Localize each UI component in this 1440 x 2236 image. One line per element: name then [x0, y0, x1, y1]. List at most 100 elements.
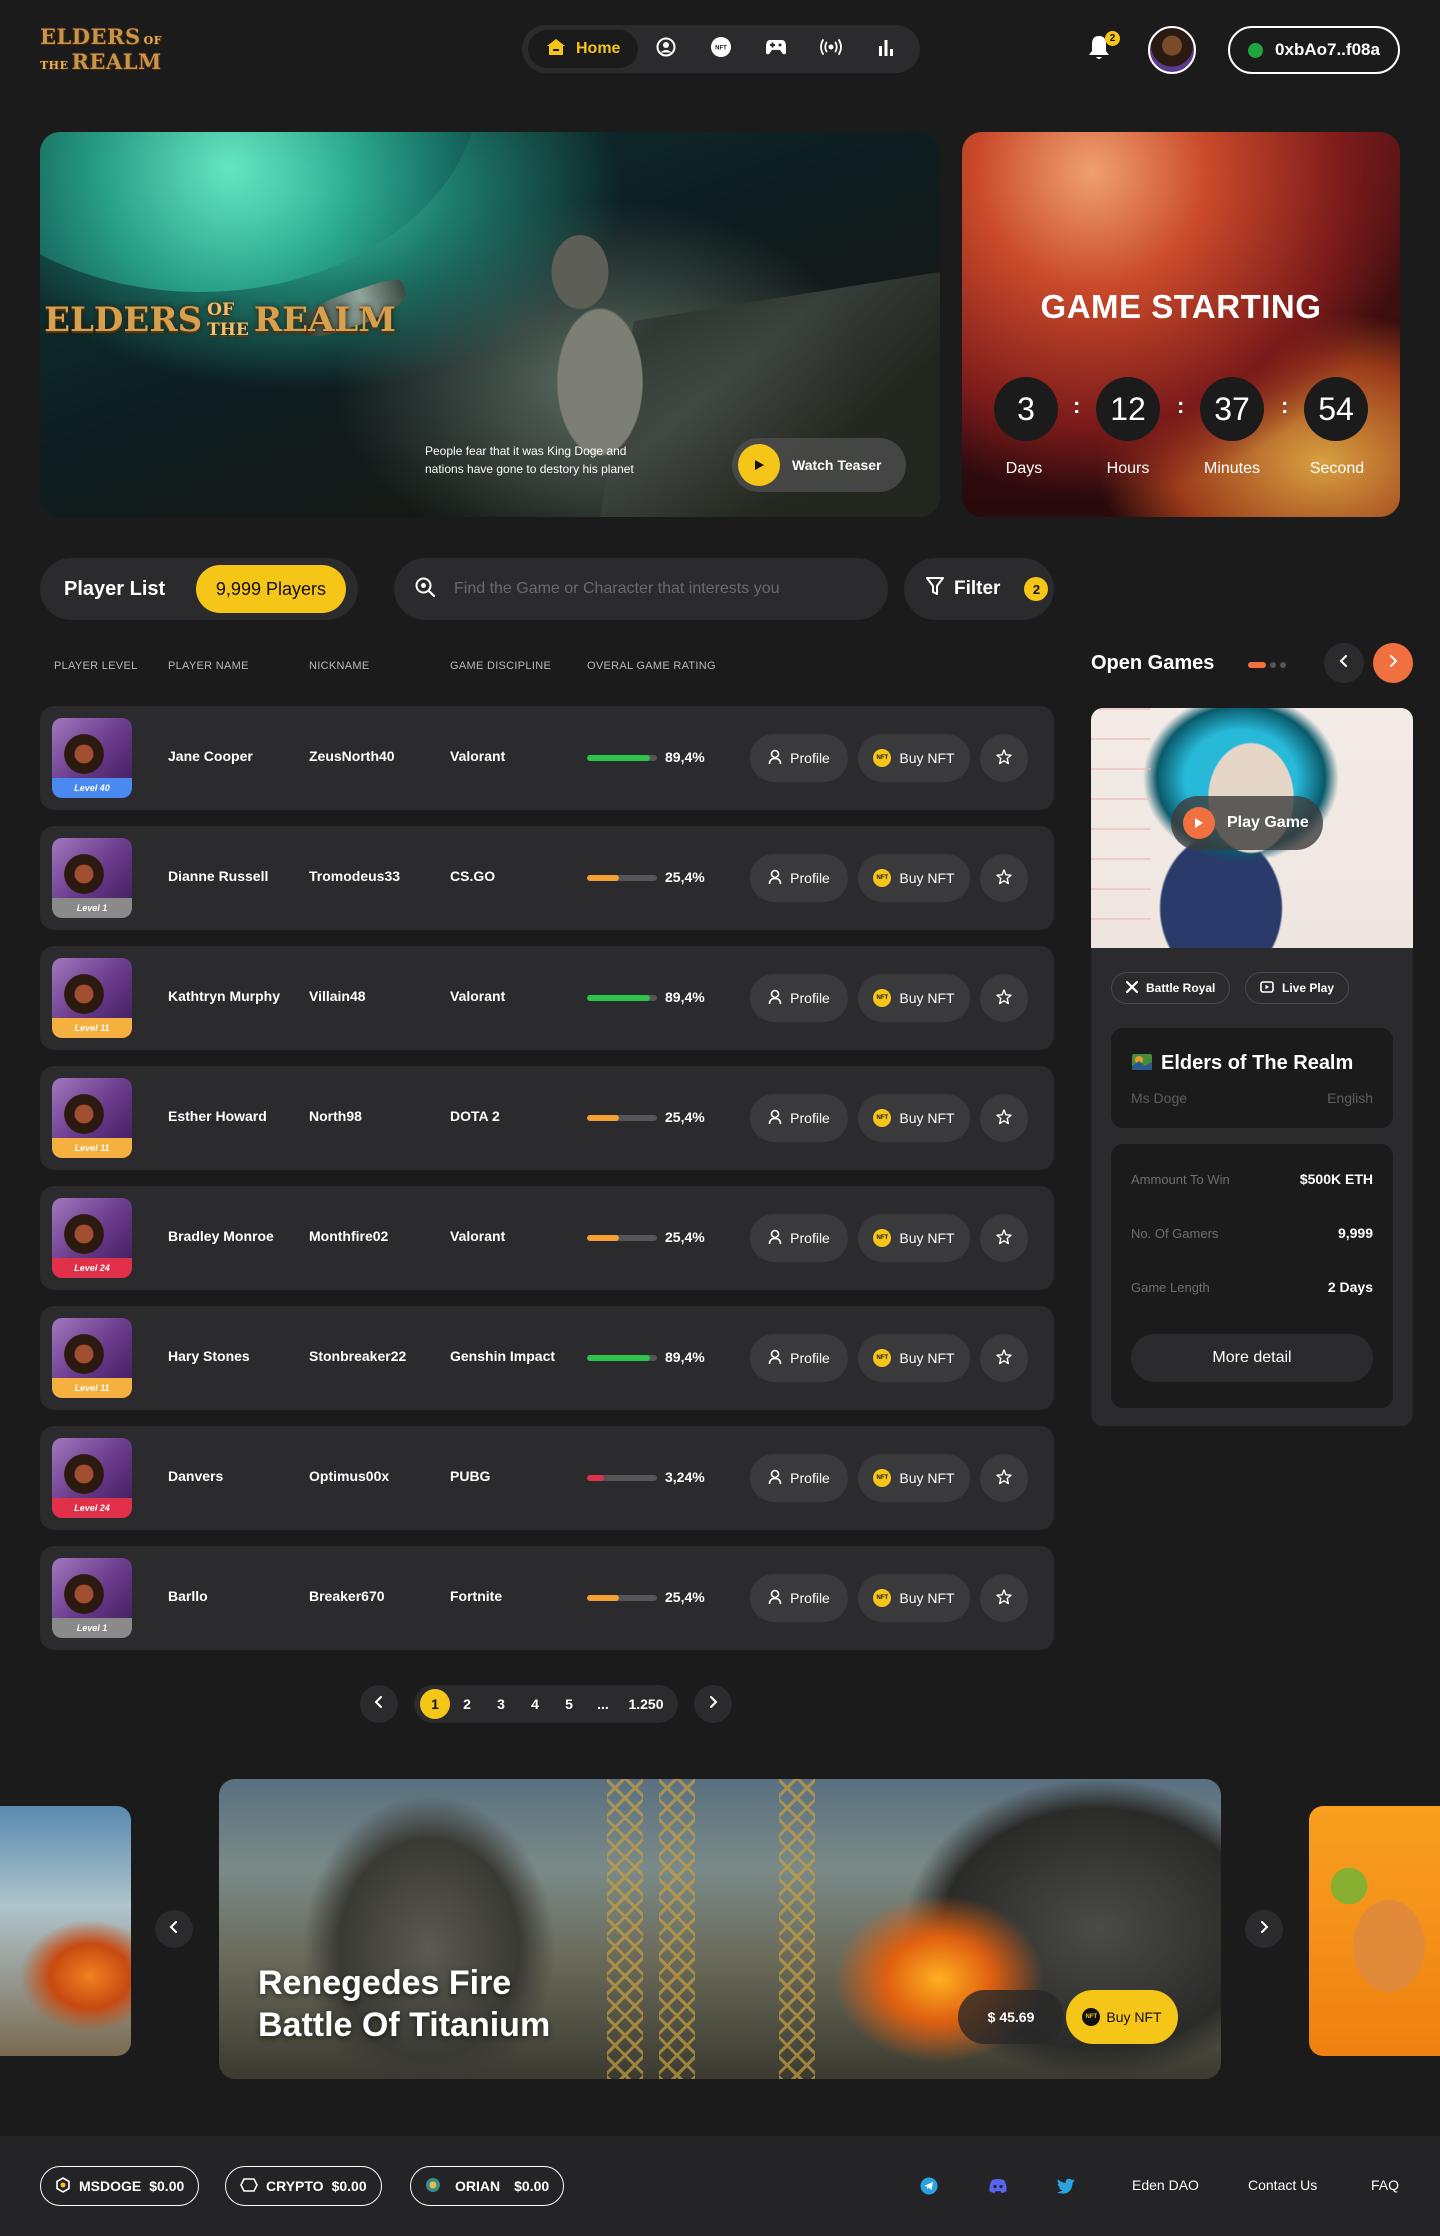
player-name: Danvers [168, 1468, 224, 1484]
buy-nft-label: Buy NFT [899, 1590, 955, 1606]
page-5[interactable]: 5 [552, 1689, 586, 1719]
filter-icon [926, 576, 944, 602]
buy-nft-button[interactable]: NFT Buy NFT [858, 1094, 970, 1142]
open-games-prev[interactable] [1324, 643, 1364, 683]
buy-nft-button[interactable]: NFT Buy NFT [858, 734, 970, 782]
slide-dot[interactable] [1270, 662, 1276, 668]
twitter-icon[interactable] [1056, 2178, 1076, 2199]
page-1[interactable]: 1 [420, 1689, 450, 1719]
profile-label: Profile [790, 870, 830, 886]
page-4[interactable]: 4 [518, 1689, 552, 1719]
coin-crypto-name: CRYPTO [266, 2178, 324, 2194]
pagination-next[interactable] [694, 1685, 732, 1723]
star-icon [996, 748, 1012, 768]
countdown-seconds: 54 [1304, 377, 1368, 441]
page-last[interactable]: 1.250 [620, 1689, 672, 1719]
player-game: PUBG [450, 1468, 491, 1484]
carousel-next-slide[interactable] [1309, 1806, 1440, 2056]
page-2[interactable]: 2 [450, 1689, 484, 1719]
footer-link-faq[interactable]: FAQ [1371, 2177, 1399, 2193]
buy-nft-button[interactable]: NFT Buy NFT [858, 1574, 970, 1622]
pagination: 1 2 3 4 5 ... 1.250 [414, 1685, 678, 1723]
carousel-next[interactable] [1245, 1910, 1283, 1948]
nav-profile[interactable] [638, 30, 693, 68]
carousel-prev-slide[interactable] [0, 1806, 131, 2056]
favorite-button[interactable] [980, 1334, 1028, 1382]
watch-teaser-button[interactable]: Watch Teaser [732, 438, 906, 492]
buy-nft-button[interactable]: NFT Buy NFT [858, 974, 970, 1022]
search-input[interactable] [454, 580, 854, 598]
more-detail-label: More detail [1212, 1349, 1292, 1366]
player-avatar[interactable]: Level 11 [52, 1318, 132, 1398]
profile-button[interactable]: Profile [750, 1094, 848, 1142]
player-nickname: Stonbreaker22 [309, 1348, 407, 1364]
more-detail-button[interactable]: More detail [1131, 1334, 1373, 1382]
player-avatar[interactable]: Level 1 [52, 838, 132, 918]
user-avatar[interactable] [1148, 26, 1196, 74]
player-avatar[interactable]: Level 24 [52, 1438, 132, 1518]
carousel-title-line-1: Renegedes Fire [258, 1964, 512, 2002]
player-game: Valorant [450, 748, 506, 764]
favorite-button[interactable] [980, 1214, 1028, 1262]
stat-prize-value: $500K ETH [1299, 1171, 1373, 1187]
player-avatar[interactable]: Level 40 [52, 718, 132, 798]
wallet-button[interactable]: 0xbAo7..f08a [1228, 26, 1400, 74]
telegram-icon[interactable] [920, 2177, 938, 2200]
coin-orian[interactable]: ORIAN $0.00 [410, 2166, 565, 2206]
favorite-button[interactable] [980, 1574, 1028, 1622]
footer-link-contact[interactable]: Contact Us [1248, 2177, 1317, 2193]
rating-bar [587, 1595, 657, 1601]
slide-dot-active[interactable] [1248, 662, 1266, 668]
profile-button[interactable]: Profile [750, 1574, 848, 1622]
buy-nft-label: Buy NFT [899, 750, 955, 766]
player-avatar[interactable]: Level 11 [52, 958, 132, 1038]
site-logo[interactable]: ELDERS OF THE REALM [40, 22, 224, 76]
coin-msdoge[interactable]: MSDOGE $0.00 [40, 2166, 200, 2206]
profile-button[interactable]: Profile [750, 1454, 848, 1502]
rating-bar-fill [587, 875, 619, 881]
star-icon [996, 1588, 1012, 1608]
buy-nft-button[interactable]: NFT Buy NFT [858, 1454, 970, 1502]
open-games-next[interactable] [1373, 643, 1413, 683]
buy-nft-button[interactable]: NFT Buy NFT [858, 1214, 970, 1262]
tag-live-play[interactable]: Live Play [1245, 972, 1350, 1004]
discord-icon[interactable] [988, 2178, 1008, 2199]
player-avatar[interactable]: Level 11 [52, 1078, 132, 1158]
page-3[interactable]: 3 [484, 1689, 518, 1719]
profile-button[interactable]: Profile [750, 734, 848, 782]
nav-home[interactable]: Home [528, 30, 639, 68]
favorite-button[interactable] [980, 1094, 1028, 1142]
profile-button[interactable]: Profile [750, 1214, 848, 1262]
coin-crypto[interactable]: CRYPTO $0.00 [225, 2166, 382, 2206]
carousel-prev[interactable] [155, 1910, 193, 1948]
pagination-prev[interactable] [360, 1685, 398, 1723]
favorite-button[interactable] [980, 974, 1028, 1022]
favorite-button[interactable] [980, 1454, 1028, 1502]
buy-nft-button[interactable]: NFT Buy NFT [858, 854, 970, 902]
filter-button[interactable]: Filter 2 [904, 558, 1054, 620]
hero-description-line-1: People fear that it was King Doge and [425, 444, 627, 458]
profile-button[interactable]: Profile [750, 974, 848, 1022]
nav-live[interactable] [804, 30, 859, 68]
player-avatar[interactable]: Level 1 [52, 1558, 132, 1638]
profile-button[interactable]: Profile [750, 1334, 848, 1382]
nav-stats[interactable] [859, 30, 914, 68]
nft-coin-icon: NFT [873, 1229, 892, 1247]
rating-bar-fill [587, 755, 650, 761]
nav-nft[interactable]: NFT [694, 30, 749, 68]
buy-nft-button[interactable]: NFT Buy NFT [858, 1334, 970, 1382]
favorite-button[interactable] [980, 854, 1028, 902]
profile-button[interactable]: Profile [750, 854, 848, 902]
footer-link-eden-dao[interactable]: Eden DAO [1132, 2177, 1199, 2193]
slide-dot[interactable] [1280, 662, 1286, 668]
rating-bar [587, 1355, 657, 1361]
countdown-days-label: Days [1005, 460, 1043, 477]
msdoge-coin-icon [55, 2176, 71, 2196]
favorite-button[interactable] [980, 734, 1028, 782]
play-game-button[interactable]: Play Game [1171, 796, 1323, 850]
open-game-info: Elders of The Realm Ms Doge English [1111, 1028, 1393, 1128]
nav-games[interactable] [749, 30, 804, 68]
carousel-buy-nft-button[interactable]: NFT Buy NFT [1066, 1990, 1178, 2044]
tag-battle-royal[interactable]: Battle Royal [1111, 972, 1231, 1004]
player-avatar[interactable]: Level 24 [52, 1198, 132, 1278]
